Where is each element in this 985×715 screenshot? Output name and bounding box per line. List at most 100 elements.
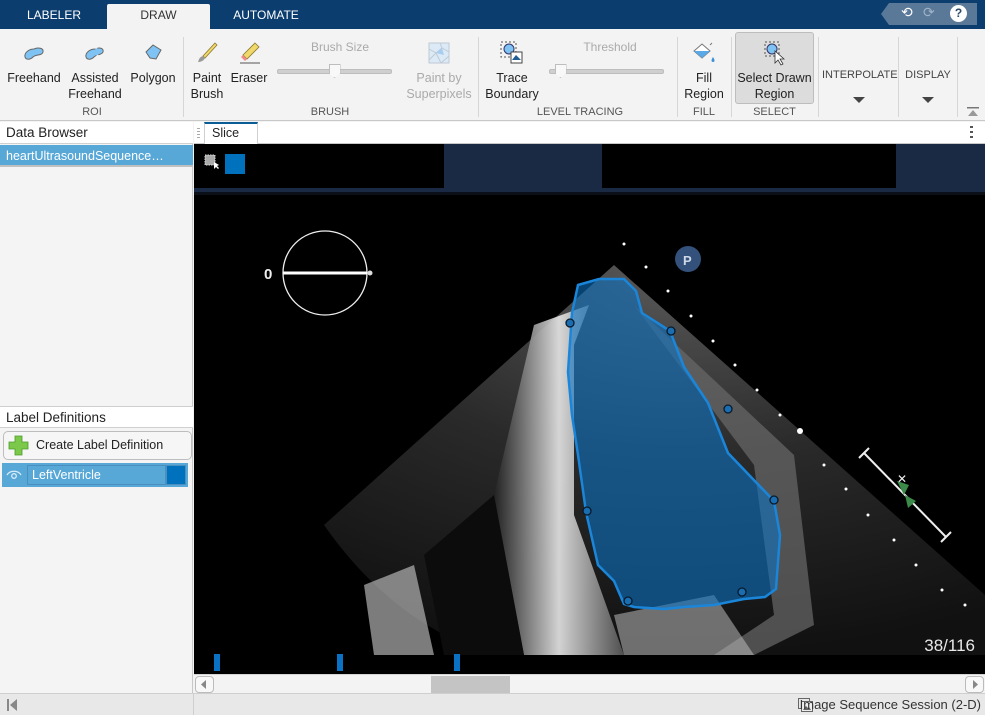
polygon-icon [145, 44, 162, 60]
threshold-slider-thumb[interactable] [554, 64, 567, 78]
labeled-frame-marker[interactable] [214, 654, 220, 671]
redo-icon[interactable]: ⟳ [923, 4, 935, 21]
help-icon[interactable]: ? [950, 5, 967, 22]
frame-counter: 38/116 [924, 636, 975, 655]
display-label: DISPLAY [905, 69, 951, 81]
freehand-icon [24, 47, 44, 60]
roi-vertex[interactable] [737, 587, 747, 597]
interpolate-dropdown[interactable]: INTERPOLATE [822, 69, 898, 103]
freehand-label: Freehand [7, 71, 61, 85]
assisted-freehand-button[interactable]: Assisted Freehand [66, 40, 124, 102]
tab-labeler[interactable]: LABELER [16, 4, 92, 29]
scrollbar-thumb[interactable] [431, 676, 510, 693]
more-options-icon[interactable] [970, 126, 973, 138]
drag-handle-icon[interactable] [197, 128, 200, 138]
status-bar: Image Sequence Session (2-D) [0, 693, 985, 715]
interpolate-label: INTERPOLATE [822, 69, 898, 81]
plus-icon [8, 435, 29, 456]
roi-vertex[interactable] [565, 318, 575, 328]
ribbon-tabstrip: LABELER DRAW AUTOMATE ⟲ ⟳ ? [0, 0, 985, 29]
roi-vertex[interactable] [769, 495, 779, 505]
separator [957, 37, 958, 117]
tab-draw[interactable]: DRAW [107, 4, 210, 29]
roi-vertex[interactable] [582, 506, 592, 516]
angle-indicator-dot [367, 270, 373, 276]
chevron-down-icon [853, 97, 865, 103]
label-item-leftventricle[interactable]: LeftVentricle [2, 463, 188, 487]
separator [731, 37, 732, 117]
document-tabbar: Slice [194, 122, 985, 144]
label-definitions-title: Label Definitions [0, 406, 193, 428]
collapse-ribbon-icon[interactable] [967, 107, 979, 117]
roi-group-label: ROI [82, 106, 102, 118]
paint-brush-icon [198, 42, 218, 62]
assisted-freehand-icon [85, 47, 104, 60]
create-label-definition-button[interactable]: Create Label Definition [3, 431, 192, 460]
select-tool-icon[interactable] [204, 154, 220, 169]
select-region-label-1: Select Drawn [737, 71, 812, 85]
display-dropdown[interactable]: DISPLAY [902, 69, 954, 103]
superpixels-label-1: Paint by [416, 71, 462, 85]
active-label-color-swatch[interactable] [225, 154, 245, 174]
eraser-label: Eraser [230, 71, 268, 85]
first-frame-icon[interactable] [7, 699, 17, 711]
data-browser-title: Data Browser [0, 122, 193, 144]
data-browser-item[interactable]: heartUltrasoundSequence… [0, 145, 193, 167]
angle-zero-label: 0 [264, 266, 272, 283]
ultrasound-header-block [602, 144, 896, 188]
assisted-freehand-label-2: Freehand [68, 87, 122, 101]
trace-boundary-label-2: Boundary [485, 87, 539, 101]
chevron-right-icon [973, 680, 978, 689]
labeled-frame-marker[interactable] [454, 654, 460, 671]
fill-region-label-2: Region [684, 87, 724, 101]
level-tracing-group-label: LEVEL TRACING [536, 106, 624, 118]
eye-icon[interactable] [6, 469, 22, 481]
polygon-label: Polygon [130, 71, 176, 85]
paint-brush-label-2: Brush [190, 87, 224, 101]
ultrasound-image: 0 P ✕ [264, 230, 985, 655]
trace-boundary-button[interactable]: Trace Boundary [484, 40, 540, 102]
fill-group-label: FILL [692, 106, 715, 118]
roi-vertex[interactable] [623, 596, 633, 606]
roi-vertex[interactable] [666, 326, 676, 336]
paint-brush-label-1: Paint [192, 71, 222, 85]
separator [478, 37, 479, 117]
roi-vertex[interactable] [723, 404, 733, 414]
polygon-button[interactable]: Polygon [128, 40, 178, 86]
brush-size-label: Brush Size [310, 40, 370, 54]
scroll-right-button[interactable] [965, 676, 984, 693]
fill-region-button[interactable]: Fill Region [682, 40, 726, 102]
brush-size-slider-thumb[interactable] [328, 64, 341, 78]
select-region-label-2: Region [754, 87, 795, 101]
freehand-button[interactable]: Freehand [6, 40, 62, 86]
select-drawn-region-button[interactable]: Select Drawn Region [735, 40, 814, 102]
brush-group-label: BRUSH [310, 106, 350, 118]
separator [183, 37, 184, 117]
superpixels-label-2: Superpixels [406, 87, 472, 101]
paint-brush-button[interactable]: Paint Brush [188, 40, 226, 102]
tab-automate[interactable]: AUTOMATE [224, 4, 308, 29]
eraser-button[interactable]: Eraser [230, 40, 268, 86]
separator [818, 37, 819, 117]
undo-icon[interactable]: ⟲ [901, 4, 913, 21]
eraser-icon [240, 42, 260, 64]
label-name[interactable]: LeftVentricle [27, 465, 166, 485]
chevron-down-icon [922, 97, 934, 103]
separator [898, 37, 899, 117]
assisted-freehand-label-1: Assisted [71, 71, 119, 85]
select-region-icon [764, 41, 785, 66]
image-viewer[interactable]: 0 P ✕ 38/116 [194, 144, 985, 674]
image-labeler-app: LABELER DRAW AUTOMATE ⟲ ⟳ ? Freehand Ass… [0, 0, 985, 715]
scroll-left-button[interactable] [195, 676, 214, 693]
frame-scrollbar[interactable] [194, 674, 985, 693]
paint-by-superpixels-button[interactable]: Paint by Superpixels [404, 40, 474, 102]
label-color-swatch[interactable] [166, 465, 186, 485]
labeled-frame-marker[interactable] [337, 654, 343, 671]
separator [193, 694, 194, 715]
threshold-label: Threshold [583, 40, 637, 54]
trace-boundary-icon [500, 41, 523, 64]
scale-bar-x-icon[interactable]: ✕ [897, 472, 907, 486]
ribbon-toolbar: Freehand Assisted Freehand Polygon ROI P… [0, 29, 985, 121]
tab-slice[interactable]: Slice [204, 122, 258, 144]
session-type-label: Image Sequence Session (2-D) [799, 697, 981, 712]
